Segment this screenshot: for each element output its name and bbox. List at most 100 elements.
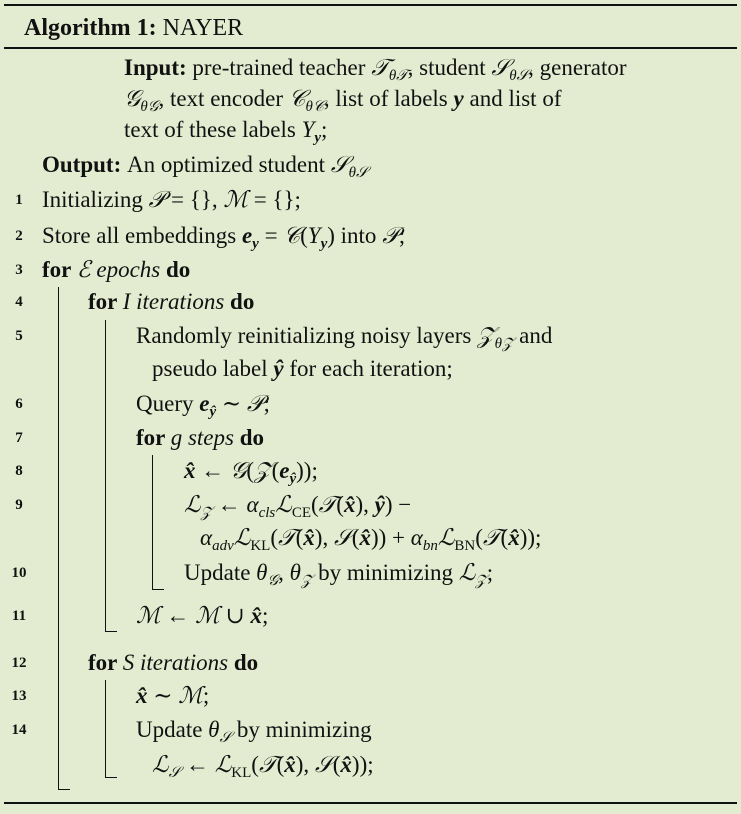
text-segment: Initializing <box>42 187 149 212</box>
text-segment: Store all embeddings <box>42 223 242 248</box>
subscript: θ𝒮 <box>509 68 529 84</box>
text-segment: g steps <box>170 425 234 450</box>
text-segment: ∪ <box>219 603 251 628</box>
math-symbol: ℳ <box>178 683 203 708</box>
text-segment: Query <box>136 391 200 416</box>
line-number: 2 <box>15 228 23 244</box>
subscript: 𝒵 <box>475 573 487 589</box>
math-symbol: x̂ <box>359 525 371 550</box>
math-symbol: Y <box>301 117 315 142</box>
keyword: for <box>42 257 77 282</box>
math-symbol: 𝒮 <box>491 55 510 80</box>
subscript: KL <box>231 765 252 781</box>
text-segment: , student <box>407 55 492 80</box>
math-symbol: 𝒵 <box>477 323 495 348</box>
header-rule <box>4 47 737 49</box>
subscript: bn <box>422 538 438 554</box>
math-symbol: ŷ <box>374 492 385 517</box>
block-end-epochs <box>58 789 70 790</box>
algorithm-line: for ℰ epochs do <box>42 255 190 285</box>
text-segment: An optimized student <box>127 152 331 177</box>
keyword: do <box>224 289 255 314</box>
text-segment: ← <box>160 603 196 628</box>
algorithm-line: Update θ𝒢, θ𝒵 by minimizing ℒ𝒵; <box>184 558 493 596</box>
keyword: Algorithm 1: <box>24 15 163 41</box>
line-number: 10 <box>11 565 27 581</box>
keyword: Input: <box>124 55 193 80</box>
math-symbol: ℒ <box>437 525 455 550</box>
subscript: θ𝒮 <box>348 165 368 181</box>
math-symbol: ℒ <box>214 752 232 777</box>
line-number: 4 <box>15 294 23 310</box>
algorithm-line: x̂ ← 𝒢(𝒵(eŷ)); <box>184 456 318 494</box>
text-segment: = {}; <box>247 187 301 212</box>
block-bar-s-iterations <box>105 680 106 778</box>
text-segment: for each iteration; <box>283 356 453 381</box>
algorithm-line: for g steps do <box>136 423 264 453</box>
subscript: 𝒢 <box>267 573 279 589</box>
text-segment: and list of <box>463 86 562 111</box>
text-segment: )) + <box>370 525 411 550</box>
text-segment: , text encoder <box>158 86 289 111</box>
math-symbol: ℳ <box>195 603 220 628</box>
text-segment: epochs <box>90 257 161 282</box>
algorithm-line: for I iterations do <box>88 287 254 317</box>
keyword: for <box>88 650 123 675</box>
block-end-i-iterations <box>105 631 117 632</box>
subscript: 𝒵 <box>200 505 212 521</box>
math-symbol: ℒ <box>233 525 251 550</box>
text-segment: , list of labels <box>323 86 454 111</box>
text-segment: ), <box>295 752 315 777</box>
math-symbol: 𝒯 <box>482 525 501 550</box>
text-segment: and <box>513 323 553 348</box>
top-rule <box>4 4 737 6</box>
text-segment: ), <box>314 525 334 550</box>
block-bar-i-iterations <box>105 320 106 632</box>
subscript: 𝒵 <box>300 573 313 589</box>
subscript: θ𝒞 <box>305 99 324 115</box>
text-segment: , <box>278 560 290 585</box>
math-symbol: 𝒮 <box>314 752 333 777</box>
math-symbol: 𝒢 <box>124 86 141 111</box>
subscript: θ𝒢 <box>140 99 159 115</box>
line-number: 9 <box>15 497 23 513</box>
text-segment: ( <box>336 492 344 517</box>
text-segment: = {}, <box>165 187 224 212</box>
line-number: 3 <box>15 262 23 278</box>
math-symbol: e <box>199 391 210 416</box>
math-symbol: ŷ <box>273 356 284 381</box>
math-symbol: 𝒯 <box>258 752 277 777</box>
math-symbol: x̂ <box>303 525 315 550</box>
algorithm-line: αadvℒKL(𝒯(x̂), 𝒮(x̂)) + αbnℒBN(𝒯(x̂)); <box>200 523 541 561</box>
text-segment: ; <box>263 391 270 416</box>
text-segment: ( <box>300 223 308 248</box>
text-segment: ∼ <box>216 391 247 416</box>
text-segment: ; <box>202 683 210 708</box>
text-segment: ( <box>270 525 278 550</box>
math-symbol: ℒ <box>458 560 476 585</box>
math-symbol: θ <box>208 717 220 742</box>
line-number: 5 <box>15 328 23 344</box>
text-segment: pseudo label <box>152 356 274 381</box>
line-number: 11 <box>11 608 27 624</box>
math-symbol: ℳ <box>136 603 161 628</box>
math-symbol: x̂ <box>284 752 296 777</box>
line-number: 7 <box>15 430 23 446</box>
text-segment: )); <box>296 458 318 483</box>
algorithm-line: for S iterations do <box>88 648 258 678</box>
keyword: for <box>136 425 171 450</box>
block-bar-epochs <box>58 287 59 790</box>
subscript: CE <box>291 505 311 521</box>
keyword: for <box>88 289 123 314</box>
text-segment: ← <box>180 752 215 777</box>
algorithm-title: Algorithm 1: NAYER <box>24 13 243 43</box>
subscript: 𝒮 <box>219 730 232 746</box>
math-symbol: α <box>246 492 259 517</box>
math-symbol: x̂ <box>340 752 352 777</box>
subscript: adv <box>212 538 234 554</box>
text-segment: ← <box>195 458 230 483</box>
math-symbol: y <box>453 86 464 111</box>
math-symbol: x̂ <box>184 458 196 483</box>
math-symbol: θ <box>289 560 301 585</box>
line-number: 13 <box>11 688 27 704</box>
